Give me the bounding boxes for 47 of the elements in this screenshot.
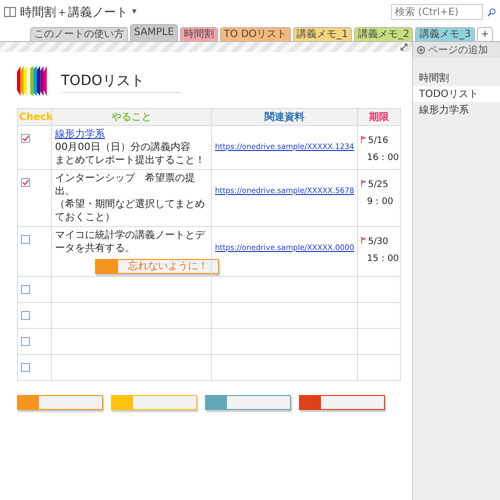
notebook-title[interactable]: 時間割＋講義ノート bbox=[20, 4, 128, 20]
section-tab[interactable]: 講義メモ_3 bbox=[415, 27, 475, 41]
checkbox[interactable] bbox=[21, 178, 30, 187]
flag-icon bbox=[361, 237, 366, 244]
page-item[interactable]: 時間割 bbox=[413, 70, 500, 86]
due-date: 5/16 bbox=[368, 136, 388, 146]
column-header: 期限 bbox=[358, 108, 400, 126]
page-title: TODOリスト bbox=[61, 70, 181, 92]
task-text: 00月00日（日）分の講義内容 bbox=[55, 141, 192, 154]
search-field[interactable]: 検索 (Ctrl+E) bbox=[391, 4, 483, 20]
checkbox[interactable] bbox=[21, 337, 30, 346]
task-text: （希望・期間など選択してまとめておくこと） bbox=[55, 198, 206, 224]
checkbox[interactable] bbox=[21, 311, 30, 320]
due-time: 9：00 bbox=[366, 196, 394, 208]
section-tab[interactable]: SAMPLE bbox=[130, 24, 178, 41]
task-text: まとめてレポート提出すること！ bbox=[55, 154, 206, 167]
notebook-icon bbox=[4, 7, 16, 17]
due-time: 16：00 bbox=[366, 152, 399, 164]
search-icon[interactable] bbox=[487, 8, 496, 16]
checkbox[interactable] bbox=[21, 235, 30, 244]
task-text: マイコに統計学の講義ノートとデータを共有する。 bbox=[55, 229, 206, 255]
logo-icon bbox=[17, 66, 47, 96]
expand-icon[interactable] bbox=[400, 43, 408, 51]
section-tab[interactable]: このノートの使い方 bbox=[30, 27, 128, 41]
section-tab[interactable]: TO DOリスト bbox=[220, 27, 291, 41]
checkbox[interactable] bbox=[21, 285, 30, 294]
dropdown-caret[interactable]: ▾ bbox=[132, 7, 137, 17]
add-page-button[interactable]: ページの追加 bbox=[413, 42, 500, 58]
add-icon bbox=[417, 46, 425, 54]
task-link[interactable]: 線形力学系 bbox=[55, 129, 105, 140]
section-tab[interactable]: 講義メモ_2 bbox=[354, 27, 414, 41]
flag-icon bbox=[361, 136, 366, 143]
page-item[interactable]: TODOリスト bbox=[413, 86, 500, 102]
section-tab[interactable]: 時間割 bbox=[180, 27, 218, 41]
section-tab[interactable]: 講義メモ_1 bbox=[292, 27, 352, 41]
due-date: 5/30 bbox=[368, 237, 388, 247]
column-header: やること bbox=[52, 108, 212, 126]
due-date: 5/25 bbox=[368, 180, 388, 190]
due-time: 15：00 bbox=[366, 253, 399, 265]
column-header: Check bbox=[18, 108, 52, 126]
checkbox[interactable] bbox=[21, 134, 30, 143]
checkbox[interactable] bbox=[21, 363, 30, 372]
task-text: インターンシップ 希望票の提出。 bbox=[55, 172, 196, 198]
column-header: 関連資料 bbox=[212, 108, 358, 126]
page-item[interactable]: 線形力学系 bbox=[413, 102, 500, 118]
section-tab[interactable]: + bbox=[476, 27, 494, 41]
flag-icon bbox=[361, 180, 366, 187]
